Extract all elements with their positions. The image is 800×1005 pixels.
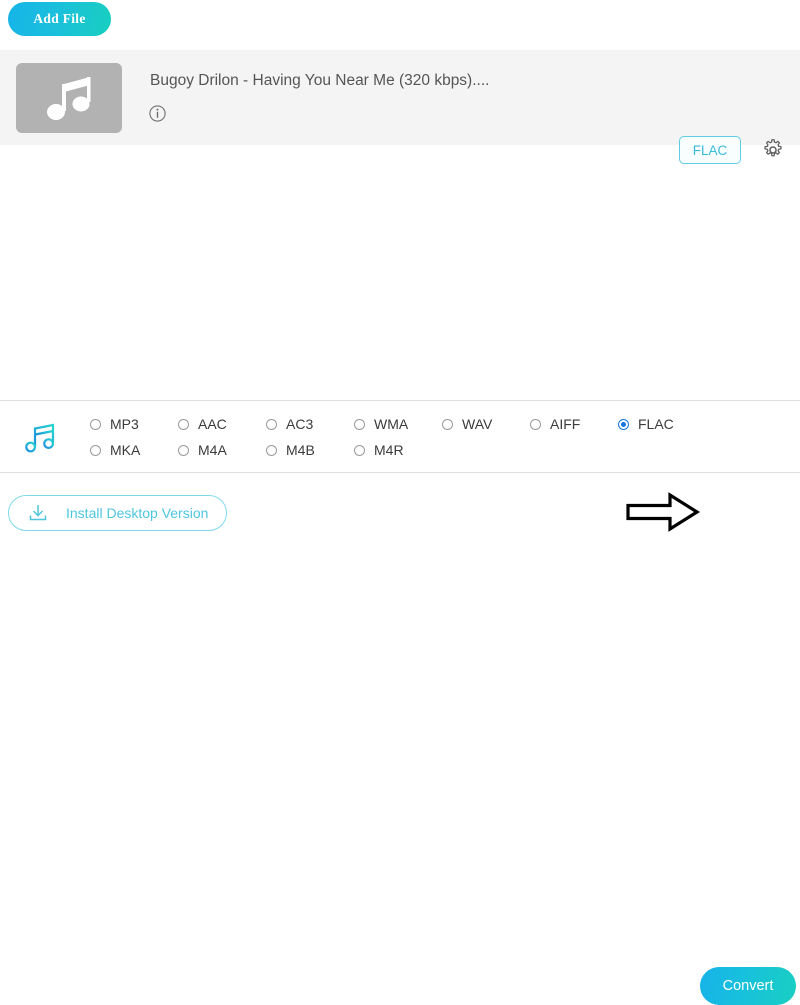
format-radio-label: WMA [374, 416, 408, 432]
format-radio-aac[interactable]: AAC [178, 416, 227, 432]
file-thumbnail [16, 63, 122, 133]
add-file-button[interactable]: Add File [8, 2, 111, 36]
radio-mark[interactable] [442, 419, 453, 430]
format-radio-label: M4A [198, 442, 227, 458]
output-format-panel [0, 401, 800, 472]
format-radio-m4r[interactable]: M4R [354, 442, 404, 458]
footer-bar: Install Desktop Version Convert [0, 473, 800, 537]
download-icon [27, 503, 49, 523]
install-button-label: Install Desktop Version [66, 505, 208, 521]
format-radio-m4a[interactable]: M4A [178, 442, 227, 458]
format-radio-label: M4B [286, 442, 315, 458]
radio-mark[interactable] [354, 419, 365, 430]
format-radio-label: AC3 [286, 416, 313, 432]
install-desktop-version-button[interactable]: Install Desktop Version [8, 495, 227, 531]
format-radio-label: AAC [198, 416, 227, 432]
radio-mark[interactable] [178, 419, 189, 430]
convert-button[interactable]: Convert [700, 967, 796, 1005]
radio-mark[interactable] [178, 445, 189, 456]
format-radio-label: FLAC [638, 416, 674, 432]
format-radio-label: AIFF [550, 416, 580, 432]
format-radio-label: WAV [462, 416, 492, 432]
radio-mark[interactable] [530, 419, 541, 430]
file-format-badge[interactable]: FLAC [679, 136, 741, 164]
format-radio-flac[interactable]: FLAC [618, 416, 674, 432]
format-radio-label: M4R [374, 442, 404, 458]
file-list-row[interactable]: Bugoy Drilon - Having You Near Me (320 k… [0, 50, 800, 145]
format-radio-wma[interactable]: WMA [354, 416, 408, 432]
top-toolbar: Add File [0, 0, 800, 50]
gear-icon[interactable] [761, 138, 785, 162]
radio-mark[interactable] [90, 445, 101, 456]
format-radio-mka[interactable]: MKA [90, 442, 140, 458]
format-radio-aiff[interactable]: AIFF [530, 416, 580, 432]
radio-mark[interactable] [266, 419, 277, 430]
radio-mark[interactable] [90, 419, 101, 430]
format-radio-m4b[interactable]: M4B [266, 442, 315, 458]
format-radio-mp3[interactable]: MP3 [90, 416, 139, 432]
format-radio-label: MP3 [110, 416, 139, 432]
music-note-icon [22, 423, 58, 457]
music-note-icon [44, 75, 98, 123]
format-radio-ac3[interactable]: AC3 [266, 416, 313, 432]
radio-mark[interactable] [354, 445, 365, 456]
radio-mark[interactable] [618, 419, 629, 430]
radio-mark[interactable] [266, 445, 277, 456]
file-title: Bugoy Drilon - Having You Near Me (320 k… [150, 72, 489, 90]
format-radio-wav[interactable]: WAV [442, 416, 492, 432]
format-radio-label: MKA [110, 442, 140, 458]
info-icon[interactable] [149, 105, 166, 122]
